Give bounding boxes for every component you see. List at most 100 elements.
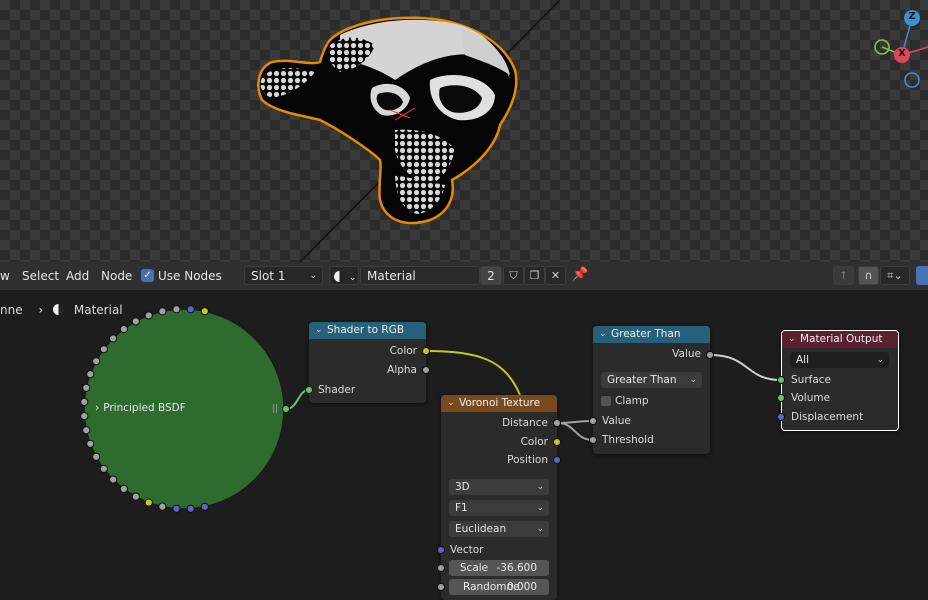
bsdf-input-socket[interactable]: [86, 439, 95, 448]
scale-label: Scale: [459, 562, 489, 574]
scale-value: -36.600: [496, 562, 537, 574]
bsdf-input-socket[interactable]: [119, 484, 128, 494]
output-label: Color: [389, 345, 417, 357]
chevron-down-icon[interactable]: ⌄: [315, 322, 323, 339]
bsdf-input-socket[interactable]: [158, 502, 167, 511]
bsdf-input-socket[interactable]: [80, 397, 89, 406]
voronoi-texture-node[interactable]: ⌄ Voronoi Texture Distance Color Positio…: [441, 395, 557, 600]
bsdf-input-socket[interactable]: [200, 307, 209, 316]
bsdf-input-socket[interactable]: [82, 426, 91, 435]
displacement-input-socket[interactable]: [777, 413, 785, 421]
bsdf-input-socket[interactable]: [86, 370, 95, 379]
randomness-slider[interactable]: Randomne 0.000: [449, 579, 549, 595]
value-output-socket[interactable]: [706, 351, 714, 359]
chevron-down-icon: ⌄: [876, 355, 884, 365]
chevron-down-icon[interactable]: ⌄: [788, 331, 796, 348]
target-value: All: [796, 354, 810, 366]
chevron-down-icon: ⌄: [536, 482, 544, 492]
input-label: Displacement: [791, 411, 864, 423]
material-output-title: Material Output: [800, 333, 883, 345]
principled-bsdf-label: › Principled BSDF: [95, 402, 186, 414]
chevron-right-icon: ›: [95, 402, 100, 414]
output-label: Distance: [502, 417, 548, 429]
greater-than-title: Greater Than: [611, 328, 681, 340]
operation-value: Greater Than: [607, 374, 677, 386]
link-value-surface: [709, 354, 782, 381]
threshold-input-socket[interactable]: [589, 436, 597, 444]
chevron-down-icon: ⌄: [689, 375, 697, 385]
bsdf-input-socket[interactable]: [80, 412, 89, 421]
output-label: Alpha: [387, 364, 417, 376]
shader-to-rgb-header[interactable]: ⌄ Shader to RGB: [309, 322, 426, 339]
material-output-header[interactable]: ⌄ Material Output: [782, 331, 898, 348]
distance-output-socket[interactable]: [553, 419, 561, 427]
dimension-value: 3D: [455, 481, 470, 493]
shader-to-rgb-node[interactable]: ⌄ Shader to RGB Color Alpha Shader: [309, 322, 426, 403]
value-input-socket[interactable]: [589, 417, 597, 425]
input-label: Shader: [318, 384, 356, 396]
shader-input-socket[interactable]: [305, 386, 313, 394]
output-label: Color: [520, 436, 548, 448]
bsdf-input-socket[interactable]: [172, 305, 181, 314]
input-label: Surface: [791, 374, 832, 386]
bsdf-input-socket[interactable]: [92, 452, 101, 461]
randomness-value: 0.000: [506, 581, 537, 593]
chevron-down-icon: ⌄: [536, 503, 544, 513]
input-label: Threshold: [602, 434, 654, 446]
vector-input-socket[interactable]: [437, 546, 445, 554]
metric-value: Euclidean: [455, 523, 507, 535]
clamp-checkbox[interactable]: [601, 396, 611, 406]
input-label: Volume: [791, 392, 831, 404]
target-dropdown[interactable]: All ⌄: [790, 352, 889, 368]
bsdf-input-socket[interactable]: [158, 307, 167, 316]
material-output-node[interactable]: ⌄ Material Output All ⌄ Surface Volume Di…: [781, 330, 899, 431]
bsdf-input-socket[interactable]: [131, 317, 140, 326]
bsdf-input-socket[interactable]: [99, 345, 108, 354]
chevron-down-icon[interactable]: ⌄: [599, 326, 607, 343]
feature-value: F1: [455, 502, 468, 514]
scale-input-socket[interactable]: [437, 564, 445, 572]
bsdf-input-socket[interactable]: [131, 492, 140, 501]
color-output-socket[interactable]: [422, 347, 430, 355]
volume-input-socket[interactable]: [777, 394, 785, 402]
output-label: Position: [507, 454, 548, 466]
randomness-input-socket[interactable]: [437, 583, 445, 591]
bsdf-input-socket[interactable]: [109, 475, 118, 484]
voronoi-title: Voronoi Texture: [459, 397, 541, 409]
bsdf-input-socket[interactable]: [186, 504, 195, 513]
bsdf-input-socket[interactable]: [186, 305, 195, 314]
link-distance-threshold: [557, 422, 594, 441]
chevron-down-icon: ⌄: [536, 524, 544, 534]
alpha-output-socket[interactable]: [422, 366, 430, 374]
bsdf-input-socket[interactable]: [109, 334, 118, 343]
surface-input-socket[interactable]: [777, 376, 785, 384]
principled-bsdf-title: Principled BSDF: [103, 402, 186, 414]
distance-metric-dropdown[interactable]: Euclidean ⌄: [449, 521, 549, 537]
voronoi-header[interactable]: ⌄ Voronoi Texture: [441, 395, 557, 412]
bsdf-output-socket[interactable]: [282, 405, 290, 413]
input-label: Value: [602, 415, 631, 427]
clamp-label: Clamp: [615, 395, 649, 407]
bsdf-input-socket[interactable]: [172, 504, 181, 513]
link-color-voronoi: [425, 350, 521, 396]
operation-dropdown[interactable]: Greater Than ⌄: [601, 372, 702, 388]
chevron-down-icon[interactable]: ⌄: [447, 395, 455, 412]
bsdf-input-socket[interactable]: [144, 498, 153, 507]
bsdf-input-socket[interactable]: [92, 357, 101, 366]
feature-dropdown[interactable]: F1 ⌄: [449, 500, 549, 516]
dimension-dropdown[interactable]: 3D ⌄: [449, 479, 549, 495]
bsdf-input-socket[interactable]: [99, 464, 108, 473]
grip-icon: ||: [272, 404, 279, 414]
input-label: Vector: [450, 544, 484, 556]
bsdf-input-socket[interactable]: [82, 383, 91, 392]
scale-slider[interactable]: Scale -36.600: [449, 560, 549, 576]
output-label: Value: [672, 348, 701, 360]
bsdf-input-socket[interactable]: [144, 311, 153, 320]
position-output-socket[interactable]: [553, 456, 561, 464]
greater-than-header[interactable]: ⌄ Greater Than: [593, 326, 710, 343]
shader-to-rgb-title: Shader to RGB: [327, 324, 405, 336]
greater-than-node[interactable]: ⌄ Greater Than Value Greater Than ⌄ Clamp…: [593, 326, 710, 454]
color-output-socket[interactable]: [553, 438, 561, 446]
bsdf-input-socket[interactable]: [119, 324, 128, 334]
bsdf-input-socket[interactable]: [200, 502, 209, 511]
